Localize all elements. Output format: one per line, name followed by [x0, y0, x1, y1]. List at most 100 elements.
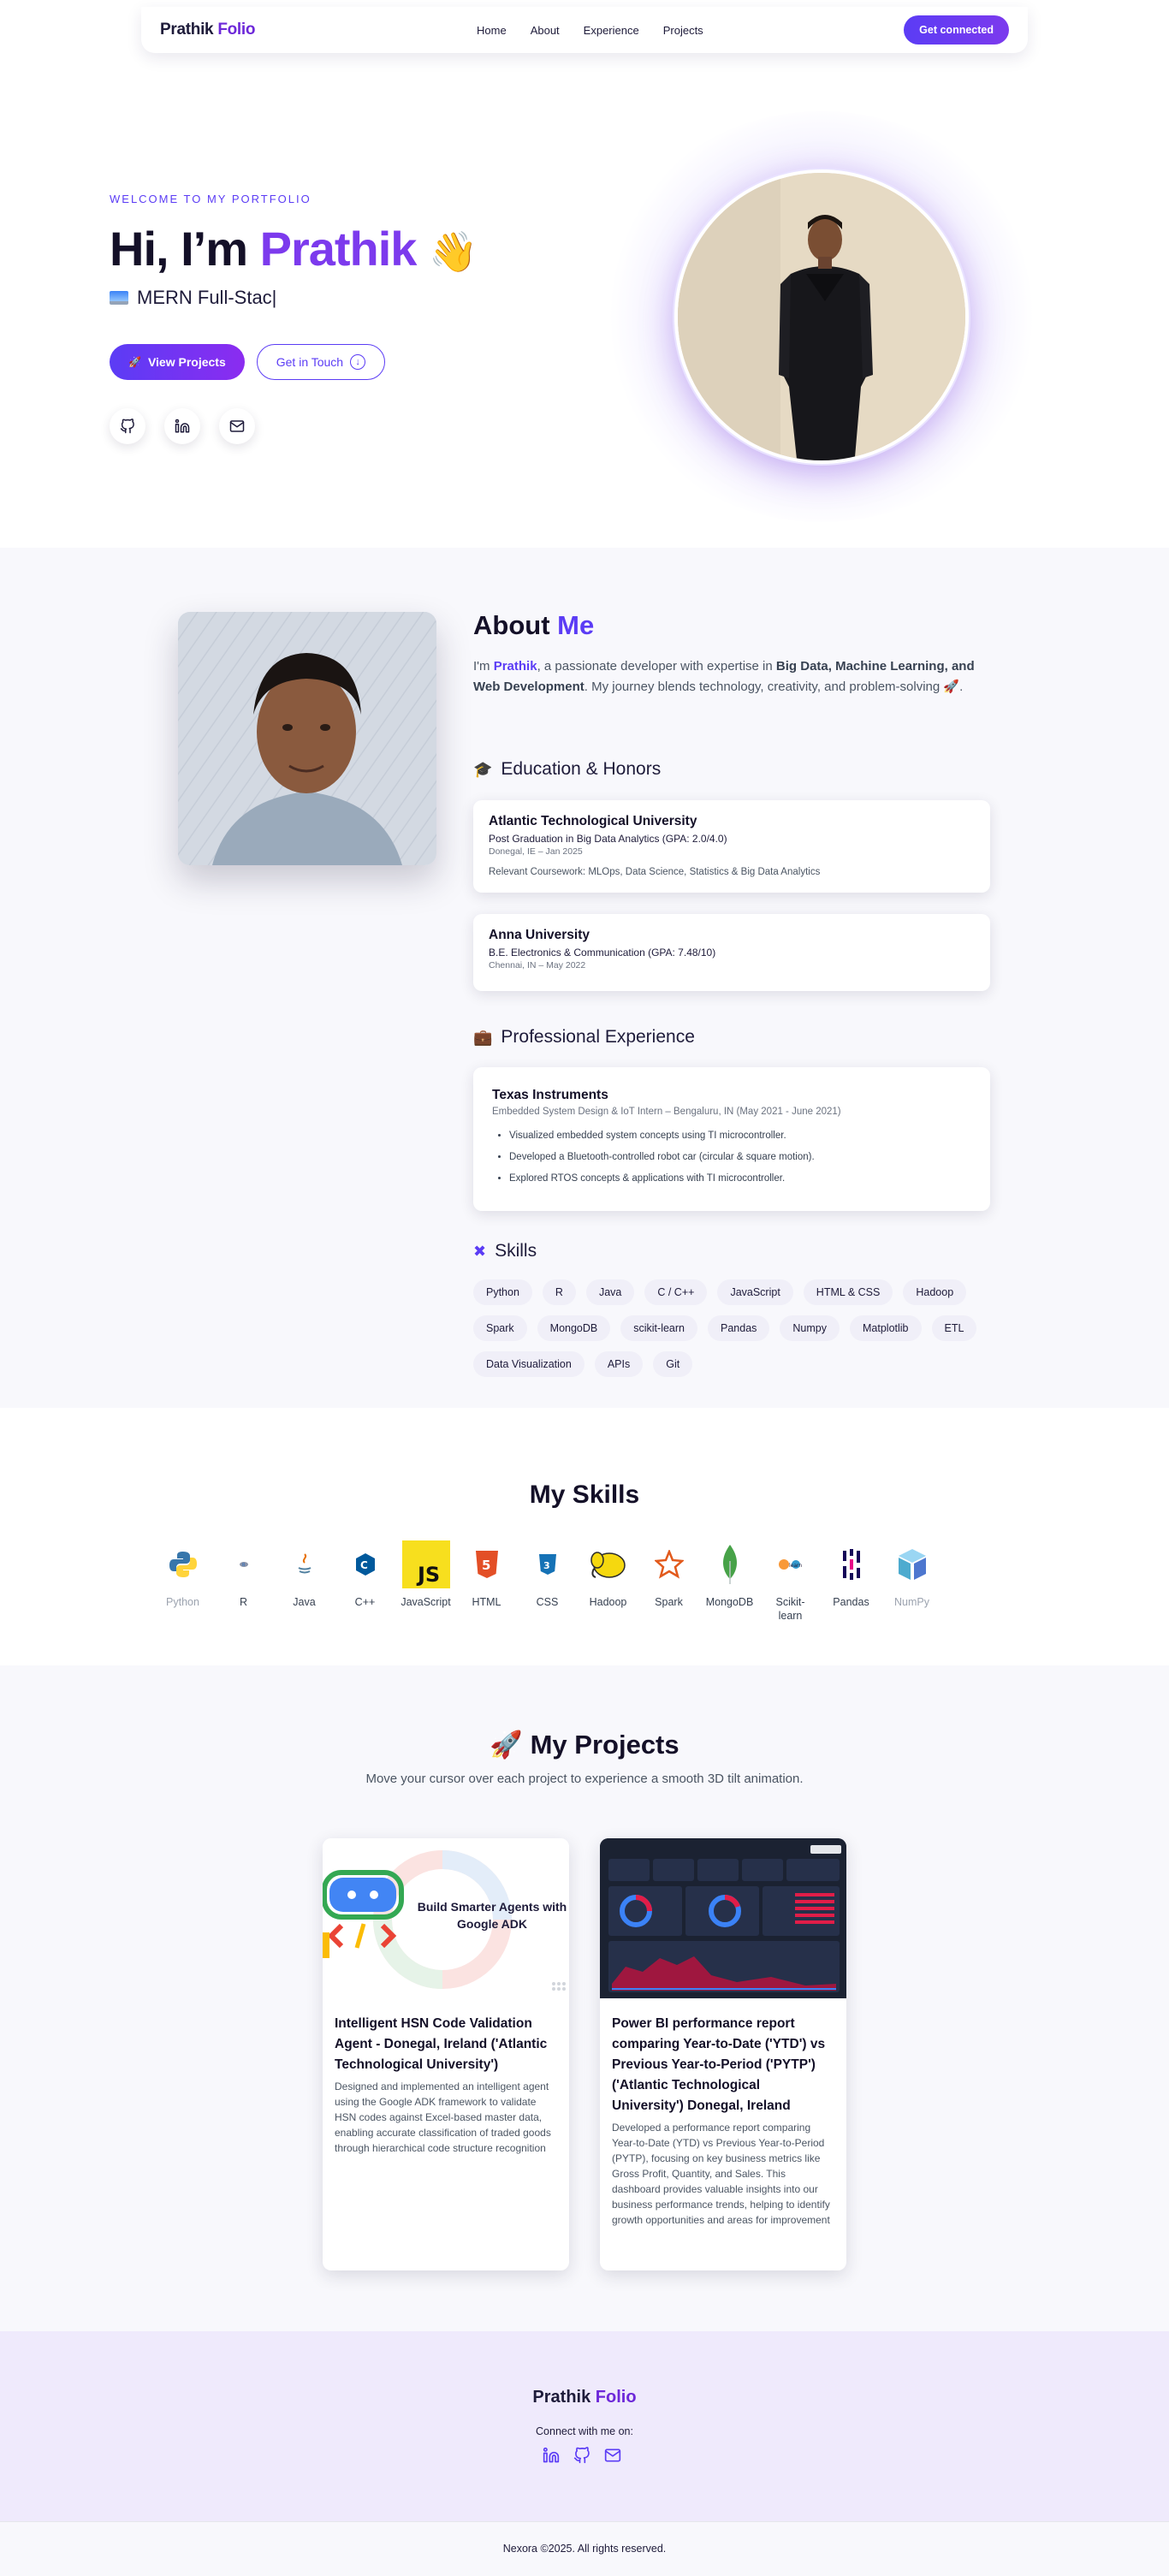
rocket-icon: 🚀 — [128, 356, 141, 368]
skill-tag: Spark — [473, 1315, 527, 1341]
skills-tags: Python R Java C / C++ JavaScript HTML & … — [473, 1279, 995, 1377]
skill-item: 5 HTML — [456, 1540, 517, 1623]
nav-link-projects[interactable]: Projects — [663, 24, 703, 37]
github-icon[interactable] — [110, 408, 145, 444]
view-projects-button[interactable]: 🚀 View Projects — [110, 344, 245, 380]
skill-label: Hadoop — [589, 1596, 627, 1608]
nav-links: Home About Experience Projects — [477, 24, 703, 37]
skill-tag: MongoDB — [537, 1315, 611, 1341]
hero-greeting: Hi, I’m — [110, 222, 248, 276]
experience-heading: 💼 Professional Experience — [473, 1027, 695, 1048]
view-projects-label: View Projects — [147, 355, 226, 369]
nav-link-experience[interactable]: Experience — [584, 24, 639, 37]
skill-icons-row: Python R R Java C C++ JS JavaScript 5 HT… — [152, 1540, 942, 1623]
wave-emoji: 👋 — [429, 229, 478, 274]
graduation-cap-icon: 🎓 — [473, 760, 493, 778]
scikit-learn-icon: learn — [767, 1540, 815, 1588]
skill-tag: Git — [653, 1351, 693, 1377]
html-icon: 5 — [463, 1540, 511, 1588]
education-coursework: Relevant Coursework: MLOps, Data Science… — [489, 867, 821, 877]
about-title-second: Me — [557, 610, 595, 640]
java-icon — [281, 1540, 329, 1588]
about-text-3: . My journey blends technology, creativi… — [584, 680, 964, 694]
about-title: About Me — [473, 610, 594, 641]
linkedin-icon[interactable] — [164, 408, 200, 444]
skill-label: NumPy — [894, 1596, 929, 1608]
hero-section: WELCOME TO MY PORTFOLIO Hi, I’m Prathik … — [0, 77, 1169, 548]
skills-heading-text: Skills — [495, 1241, 537, 1261]
copyright-bar: Nexora ©2025. All rights reserved. — [0, 2521, 1169, 2576]
skill-item: MongoDB — [699, 1540, 760, 1623]
experience-bullet: Visualized embedded system concepts usin… — [509, 1125, 971, 1147]
typed-role-text: MERN Full-Stac| — [137, 287, 277, 308]
get-in-touch-button[interactable]: Get in Touch ↓ — [256, 344, 386, 380]
mail-icon[interactable] — [219, 408, 255, 444]
skill-tag: Pandas — [708, 1315, 770, 1341]
skill-label: CSS — [536, 1596, 559, 1608]
projects-title-text: My Projects — [530, 1730, 679, 1760]
top-navbar: Prathik Folio Home About Experience Proj… — [141, 7, 1028, 53]
pandas-icon — [828, 1540, 875, 1588]
skill-item: learn Scikit-learn — [760, 1540, 821, 1623]
project-image — [600, 1838, 846, 1998]
skill-item: Java — [274, 1540, 335, 1623]
footer-socials — [543, 2447, 621, 2468]
education-heading-text: Education & Honors — [501, 759, 662, 779]
experience-bullet: Developed a Bluetooth-controlled robot c… — [509, 1147, 971, 1168]
skill-label: Scikit-learn — [775, 1596, 805, 1622]
svg-text:3: 3 — [543, 1560, 550, 1571]
spark-icon — [645, 1540, 693, 1588]
skill-label: C++ — [354, 1596, 376, 1608]
nav-link-home[interactable]: Home — [477, 24, 507, 37]
cpp-icon: C — [341, 1540, 389, 1588]
projects-subtitle: Move your cursor over each project to ex… — [365, 1772, 804, 1786]
skill-tag: HTML & CSS — [803, 1279, 893, 1305]
skill-label: Pandas — [833, 1596, 869, 1608]
education-school: Anna University — [489, 928, 590, 942]
project-image-text: Build Smarter Agents with Google ADK — [417, 1900, 567, 1931]
get-in-touch-label: Get in Touch — [276, 355, 344, 369]
project-card[interactable]: Build Smarter Agents with Google ADK Int… — [323, 1838, 569, 2270]
linkedin-icon[interactable] — [543, 2447, 560, 2468]
brand-logo[interactable]: Prathik Folio — [160, 21, 256, 39]
skill-tag: APIs — [594, 1351, 644, 1377]
skill-item: R R — [213, 1540, 274, 1623]
footer-brand-first: Prathik — [532, 2388, 591, 2407]
project-title: Intelligent HSN Code Validation Agent - … — [335, 2016, 548, 2072]
projects-title: 🚀 My Projects — [0, 1729, 1169, 1760]
brand-second: Folio — [217, 21, 256, 39]
skill-tag: C / C++ — [644, 1279, 708, 1305]
python-icon — [159, 1540, 207, 1588]
about-text-1: I'm — [473, 659, 494, 674]
svg-text:learn: learn — [789, 1563, 802, 1569]
skill-tag: Python — [473, 1279, 532, 1305]
project-card[interactable]: Power BI performance report comparing Ye… — [600, 1838, 846, 2270]
svg-text:R: R — [242, 1563, 246, 1568]
experience-card: Texas Instruments Embedded System Design… — [473, 1067, 990, 1211]
arrow-down-circle-icon: ↓ — [350, 354, 366, 370]
get-connected-button[interactable]: Get connected — [904, 15, 1009, 45]
experience-heading-text: Professional Experience — [501, 1027, 695, 1047]
experience-bullet: Explored RTOS concepts & applications wi… — [509, 1168, 971, 1190]
about-section: About Me I'm Prathik, a passionate devel… — [0, 548, 1169, 1408]
skill-label: Java — [293, 1596, 316, 1608]
skill-tag: Hadoop — [903, 1279, 967, 1305]
skill-tag: ETL — [931, 1315, 977, 1341]
svg-text:5: 5 — [482, 1558, 490, 1573]
javascript-icon: JS — [401, 1540, 450, 1588]
skill-tag: scikit-learn — [620, 1315, 697, 1341]
skill-tag: Matplotlib — [850, 1315, 922, 1341]
r-icon: R — [220, 1540, 268, 1588]
github-icon[interactable] — [573, 2447, 590, 2468]
project-title: Power BI performance report comparing Ye… — [612, 2016, 826, 2113]
hadoop-icon — [584, 1540, 632, 1588]
nav-link-about[interactable]: About — [531, 24, 560, 37]
mongodb-icon — [706, 1540, 754, 1588]
education-degree: Post Graduation in Big Data Analytics (G… — [489, 833, 727, 845]
experience-role: Embedded System Design & IoT Intern – Be… — [492, 1107, 841, 1117]
skill-label: MongoDB — [705, 1596, 754, 1608]
skill-item: JS JavaScript — [395, 1540, 456, 1623]
mail-icon[interactable] — [604, 2447, 621, 2468]
skill-item: 3 CSS — [517, 1540, 578, 1623]
education-degree: B.E. Electronics & Communication (GPA: 7… — [489, 947, 716, 959]
